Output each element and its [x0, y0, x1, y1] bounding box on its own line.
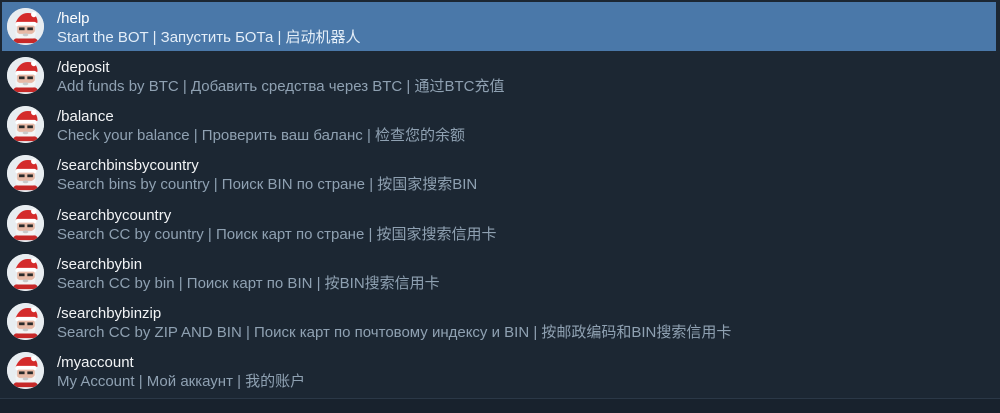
command-name: /searchbybinzip	[57, 305, 162, 322]
command-row-searchbybin[interactable]: /searchbybin Search CC by bin | Поиск ка…	[0, 248, 1000, 297]
command-row-searchbinsbycountry[interactable]: /searchbinsbycountry Search bins by coun…	[0, 149, 1000, 198]
command-description: Start the BOT | Запустить БОТа | 启动机器人	[57, 29, 361, 46]
santa-bot-avatar-icon	[7, 254, 44, 291]
bot-command-suggestions: /help Start the BOT | Запустить БОТа | 启…	[0, 0, 1000, 398]
command-row-help[interactable]: /help Start the BOT | Запустить БОТа | 启…	[2, 2, 996, 51]
command-name: /searchbycountry	[57, 207, 172, 224]
command-name: /help	[57, 10, 90, 27]
input-area-edge	[0, 398, 1000, 413]
santa-bot-avatar-icon	[7, 106, 44, 143]
santa-bot-avatar-icon	[7, 8, 44, 45]
command-row-balance[interactable]: /balance Check your balance | Проверить …	[0, 100, 1000, 149]
command-name: /searchbybin	[57, 256, 143, 273]
command-name: /myaccount	[57, 354, 134, 371]
command-row-deposit[interactable]: /deposit Add funds by BTC | Добавить сре…	[0, 51, 1000, 100]
command-description: Search CC by ZIP AND BIN | Поиск карт по…	[57, 324, 732, 341]
command-name: /searchbinsbycountry	[57, 157, 199, 174]
command-row-myaccount[interactable]: /myaccount My Account | Мой аккаунт | 我的…	[0, 346, 1000, 395]
santa-bot-avatar-icon	[7, 303, 44, 340]
santa-bot-avatar-icon	[7, 57, 44, 94]
santa-bot-avatar-icon	[7, 205, 44, 242]
command-description: Search CC by bin | Поиск карт по BIN | 按…	[57, 275, 440, 292]
command-description: Search CC by country | Поиск карт по стр…	[57, 226, 497, 243]
command-description: Add funds by BTC | Добавить средства чер…	[57, 78, 505, 95]
command-name: /deposit	[57, 59, 110, 76]
santa-bot-avatar-icon	[7, 352, 44, 389]
command-row-searchbycountry[interactable]: /searchbycountry Search CC by country | …	[0, 199, 1000, 248]
command-description: My Account | Мой аккаунт | 我的账户	[57, 373, 306, 390]
command-row-searchbybinzip[interactable]: /searchbybinzip Search CC by ZIP AND BIN…	[0, 297, 1000, 346]
santa-bot-avatar-icon	[7, 155, 44, 192]
command-name: /balance	[57, 108, 114, 125]
command-description: Check your balance | Проверить ваш балан…	[57, 127, 466, 144]
command-description: Search bins by country | Поиск BIN по ст…	[57, 176, 478, 193]
